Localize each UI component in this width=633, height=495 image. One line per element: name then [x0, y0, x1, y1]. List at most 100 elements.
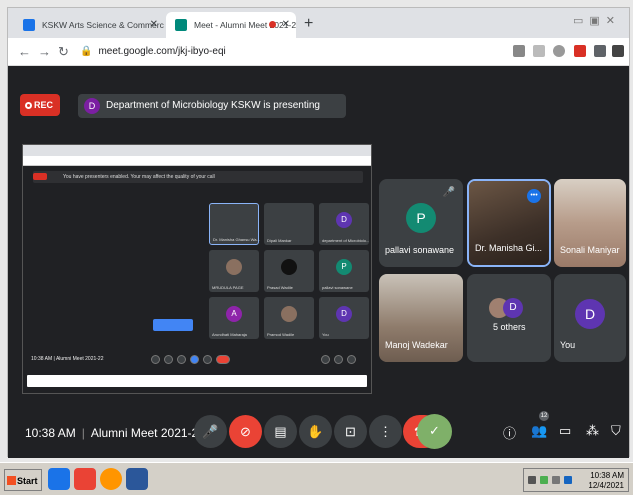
back-icon[interactable]: ← [18, 44, 31, 59]
windows-taskbar: Start 10:38 AM 12/4/2021 [0, 462, 633, 495]
shared-more-icon [203, 355, 212, 364]
shared-meeting-name: Alumni Meet 2021-22 [55, 356, 104, 362]
shared-note: You have presenters enabled. Your may af… [33, 171, 363, 183]
shared-tile: Prasad Wadile [264, 250, 314, 292]
participant-name: 5 others [493, 322, 526, 332]
mic-button[interactable]: 🎤 [194, 415, 227, 448]
tile-name: pallavi sonawane [322, 285, 353, 290]
recording-indicator[interactable]: REC [20, 94, 60, 116]
language-icon[interactable] [564, 476, 572, 484]
participant-tile[interactable]: D You [554, 274, 626, 362]
shared-tile: A Arundhati Maharaja [209, 297, 259, 339]
participant-tile[interactable]: D 5 others [467, 274, 551, 362]
presenting-banner: D Department of Microbiology KSKW is pre… [78, 94, 346, 118]
record-icon [25, 102, 32, 109]
raise-hand-button[interactable]: ✋ [299, 415, 332, 448]
shared-blue-button [153, 319, 193, 331]
tab-college[interactable]: KSKW Arts Science & Commerce ✕ [14, 12, 164, 38]
volume-icon[interactable] [552, 476, 560, 484]
participant-tile[interactable]: 🎤 P pallavi sonawane [379, 179, 463, 267]
captions-button[interactable]: ▤ [264, 415, 297, 448]
firefox-icon[interactable] [100, 468, 122, 490]
tile-name: Pramod Wadile [267, 332, 295, 337]
mic-off-icon: 🎤 [442, 187, 455, 198]
tray-time: 10:38 AM [590, 471, 624, 480]
camera-icon[interactable] [513, 45, 525, 57]
chat-icon[interactable]: ▭ [559, 423, 571, 439]
puzzle-icon[interactable] [594, 45, 606, 57]
chrome-icon[interactable] [48, 468, 70, 490]
tile-name: Prasad Wadile [267, 285, 293, 290]
shared-clock: 10:38 AM | Alumni Meet 2021-22 [31, 356, 104, 362]
start-label: Start [17, 476, 38, 486]
shared-info-icon [321, 355, 330, 364]
participant-name: Manoj Wadekar [385, 340, 448, 350]
reload-icon[interactable]: ↻ [58, 44, 69, 60]
start-button[interactable]: Start [4, 469, 42, 491]
tab-title: KSKW Arts Science & Commerce [42, 20, 164, 30]
participant-tile[interactable]: Manoj Wadekar [379, 274, 463, 362]
tile-avatar [281, 306, 297, 322]
shared-time: 10:38 AM [31, 356, 53, 362]
more-options-button[interactable]: ⋮ [369, 415, 402, 448]
shared-bottom-bar: 10:38 AM | Alumni Meet 2021-22 [31, 353, 365, 367]
windows-flag-icon [7, 476, 16, 485]
tile-name: MRUDULA PAGE [212, 285, 244, 290]
shared-cam-icon [164, 355, 173, 364]
lock-icon[interactable]: ⛉ [611, 423, 621, 439]
browser-window: KSKW Arts Science & Commerce ✕ Meet - Al… [7, 7, 630, 458]
extension-icon[interactable] [574, 45, 586, 57]
new-tab-button[interactable]: + [304, 15, 313, 33]
activities-icon[interactable]: ⁂ [586, 423, 599, 439]
url-text: meet.google.com/jkj-ibyo-eqi [98, 46, 226, 57]
participant-name: Dr. Manisha Gi... [475, 243, 543, 253]
close-tab-icon[interactable]: ✕ [282, 19, 290, 30]
tile-name: department of Microbiolo... [322, 238, 370, 243]
forward-icon[interactable]: → [38, 44, 51, 59]
present-button[interactable]: ⊡ [334, 415, 367, 448]
meet-stage: REC D Department of Microbiology KSKW is… [8, 66, 629, 458]
tile-avatar: D [336, 212, 352, 228]
shared-tile: Ppallavi sonawane [319, 250, 369, 292]
close-tab-icon[interactable]: ✕ [150, 19, 158, 30]
tray-date: 12/4/2021 [588, 481, 624, 490]
security-icon[interactable] [540, 476, 548, 484]
network-icon[interactable] [528, 476, 536, 484]
tile-avatar: A [226, 306, 242, 322]
meeting-details: 10:38 AM | Alumni Meet 2021-22 [25, 426, 205, 440]
url-field[interactable]: 🔒 meet.google.com/jkj-ibyo-eqi [80, 46, 226, 57]
camera-off-button[interactable]: ⊘ [229, 415, 262, 448]
shared-participant-grid: Dr. Manisha Ghansu Wa... Dipali Mankar D… [209, 203, 369, 343]
presenting-text: Department of Microbiology KSKW is prese… [106, 100, 320, 111]
tile-name: Dr. Manisha Ghansu Wa... [213, 237, 260, 242]
participant-tile[interactable]: Sonali Maniyar [554, 179, 626, 267]
tile-name: Dipali Mankar [267, 238, 292, 243]
anydesk-icon[interactable] [74, 468, 96, 490]
tile-name: Arundhati Maharaja [212, 332, 247, 337]
participant-avatar: D [575, 299, 605, 329]
recording-dot-icon [269, 21, 276, 28]
college-favicon-icon [23, 19, 35, 31]
participant-tile[interactable]: ••• Dr. Manisha Gi... [467, 179, 551, 267]
info-icon[interactable]: ⓘ [503, 423, 516, 442]
profile-icon[interactable] [612, 45, 624, 57]
participant-name: You [560, 340, 576, 350]
tab-bar: KSKW Arts Science & Commerce ✕ Meet - Al… [8, 8, 629, 38]
tab-meet[interactable]: Meet - Alumni Meet 2021-22 ✕ [166, 12, 296, 38]
share-icon[interactable] [533, 45, 545, 57]
participant-name: Sonali Maniyar [560, 245, 620, 255]
people-icon[interactable]: 👥 [531, 423, 547, 439]
confirm-button[interactable]: ✓ [417, 414, 452, 449]
star-icon[interactable] [553, 45, 565, 57]
shared-tile: Dipali Mankar [264, 203, 314, 245]
people-count-badge: 12 [539, 411, 549, 421]
tile-avatar [226, 259, 242, 275]
word-icon[interactable] [126, 468, 148, 490]
speaking-icon: ••• [527, 189, 541, 203]
shared-tile: D You [319, 297, 369, 339]
shared-address-bar [23, 156, 371, 166]
shared-cc-icon [177, 355, 186, 364]
window-controls[interactable]: ▭▣✕ [573, 14, 621, 27]
shared-end-icon [216, 355, 230, 364]
shared-tile: Pramod Wadile [264, 297, 314, 339]
